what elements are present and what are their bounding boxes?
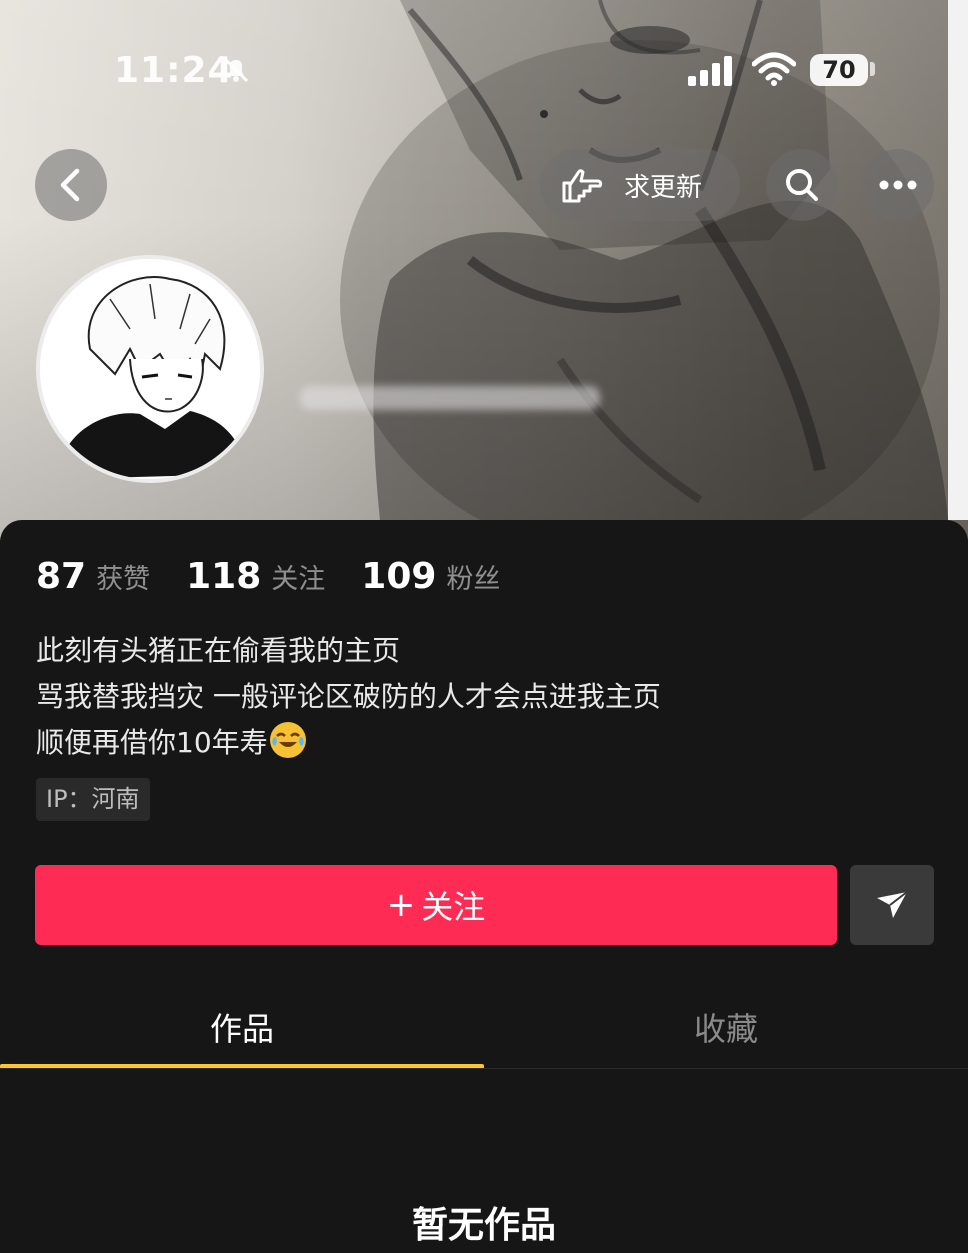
tab-divider (0, 1068, 968, 1069)
followers-label[interactable]: 粉丝 (446, 557, 500, 596)
ip-location-tag: IP：河南 (36, 778, 150, 821)
more-options-button[interactable] (862, 149, 934, 221)
share-button[interactable] (850, 865, 934, 945)
likes-count: 87 (36, 556, 87, 597)
battery-tip (870, 62, 875, 76)
plus-icon: + (386, 885, 416, 925)
following-count[interactable]: 118 (186, 556, 261, 597)
mute-bell-icon (223, 57, 249, 83)
avatar-illustration (40, 259, 260, 479)
wifi-icon (752, 52, 796, 86)
battery-indicator: 70 (810, 54, 868, 86)
bio-line: 骂我替我挡灾 一般评论区破防的人才会点进我主页 (36, 680, 661, 713)
send-arrow-icon (877, 891, 908, 918)
likes-label: 获赞 (96, 564, 151, 595)
pointing-hand-icon (562, 169, 603, 203)
follow-button[interactable]: + 关注 (35, 865, 837, 945)
bio-line: 此刻有头猪正在偷看我的主页 (36, 634, 401, 667)
search-button[interactable] (766, 149, 838, 221)
back-button[interactable] (35, 149, 107, 221)
signal-icon (688, 56, 732, 86)
right-edge (948, 0, 968, 520)
following-label[interactable]: 关注 (271, 557, 325, 596)
search-icon (786, 169, 818, 201)
chevron-left-icon (60, 168, 80, 202)
status-time: 11:24 (114, 50, 234, 91)
avatar[interactable] (36, 255, 264, 483)
bio-line: 顺便再借你10年寿 (36, 726, 268, 759)
request-update-label: 求更新 (624, 172, 703, 203)
tab-works[interactable]: 作品 (210, 1004, 274, 1050)
empty-state-text: 暂无作品 (411, 1205, 556, 1246)
bio: 此刻有头猪正在偷看我的主页 骂我替我挡灾 一般评论区破防的人才会点进我主页 顺便… (36, 628, 661, 766)
laughing-tears-emoji-icon (269, 722, 306, 758)
followers-count[interactable]: 109 (361, 556, 436, 597)
more-dots-icon (879, 180, 917, 190)
stats-row: 87 获赞 118 关注 109 粉丝 (36, 556, 536, 597)
request-update-button[interactable]: 求更新 (540, 149, 740, 221)
tab-favorites[interactable]: 收藏 (694, 1004, 758, 1050)
username-blurred (300, 386, 600, 410)
follow-label: 关注 (421, 888, 486, 926)
